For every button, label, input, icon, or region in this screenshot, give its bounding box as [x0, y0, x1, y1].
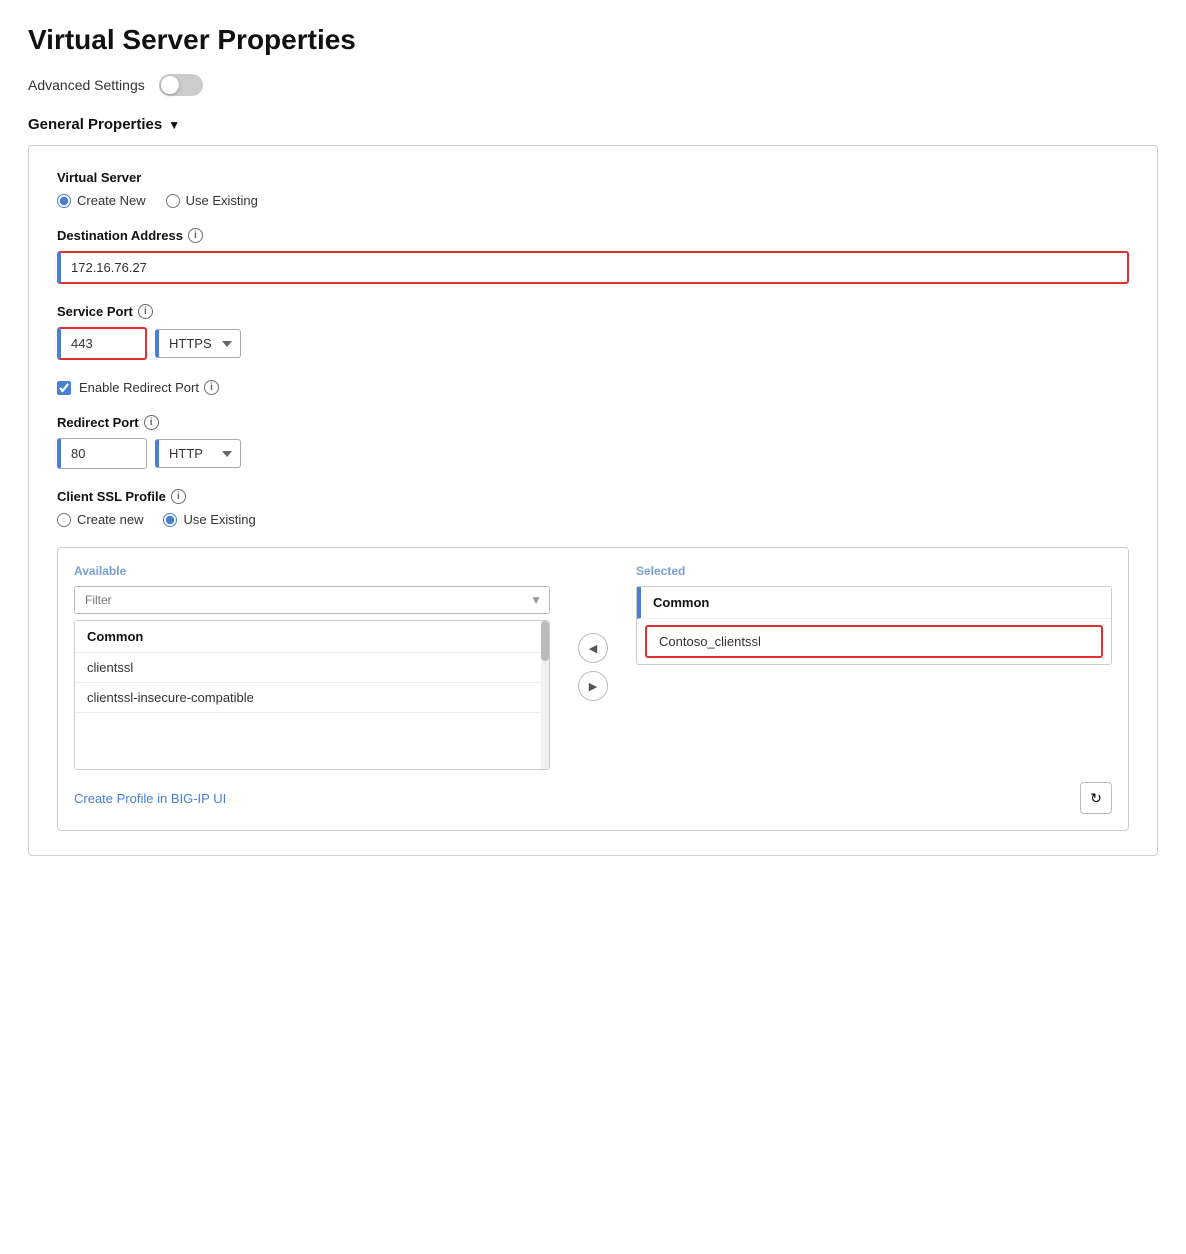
service-port-row: HTTPS HTTP FTP TCP	[57, 327, 1129, 360]
create-profile-row: Create Profile in BIG-IP UI ↻	[74, 782, 1112, 814]
general-properties-title: General Properties	[28, 116, 162, 133]
general-properties-card: Virtual Server Create New Use Existing D…	[28, 145, 1158, 856]
client-ssl-profile-group: Client SSL Profile i Create new Use Exis…	[57, 489, 1129, 527]
ssl-use-existing-label: Use Existing	[183, 512, 255, 527]
general-properties-header[interactable]: General Properties ▼	[28, 116, 1158, 133]
virtual-server-radio-group: Create New Use Existing	[57, 193, 1129, 208]
redirect-port-group: Redirect Port i HTTP HTTPS FTP TCP	[57, 415, 1129, 469]
advanced-settings-toggle[interactable]	[159, 74, 203, 96]
ssl-selected-item[interactable]: Contoso_clientssl	[645, 625, 1103, 658]
create-new-radio-option[interactable]: Create New	[57, 193, 146, 208]
ssl-filter-input[interactable]	[74, 586, 550, 614]
redirect-port-protocol-select[interactable]: HTTP HTTPS FTP TCP	[155, 439, 241, 468]
virtual-server-label: Virtual Server	[57, 170, 1129, 185]
ssl-use-existing-radio[interactable]	[163, 513, 177, 527]
create-new-radio[interactable]	[57, 194, 71, 208]
filter-icon: ▼	[530, 593, 542, 607]
service-port-group: Service Port i HTTPS HTTP FTP TCP	[57, 304, 1129, 360]
ssl-selected-container: Common Contoso_clientssl	[636, 586, 1112, 665]
redirect-port-label-info-icon[interactable]: i	[144, 415, 159, 430]
service-port-info-icon[interactable]: i	[138, 304, 153, 319]
refresh-button[interactable]: ↻	[1080, 782, 1112, 814]
scrollbar-thumb	[541, 621, 549, 661]
redirect-port-label: Redirect Port i	[57, 415, 1129, 430]
ssl-available-col: Available ▼ Common clientssl clientssl-i…	[74, 564, 550, 770]
general-properties-arrow: ▼	[168, 118, 180, 132]
destination-address-input[interactable]	[57, 251, 1129, 284]
destination-address-label: Destination Address i	[57, 228, 1129, 243]
refresh-icon: ↻	[1090, 790, 1102, 807]
ssl-available-list[interactable]: Common clientssl clientssl-insecure-comp…	[74, 620, 550, 770]
ssl-columns: Available ▼ Common clientssl clientssl-i…	[74, 564, 1112, 770]
use-existing-radio[interactable]	[166, 194, 180, 208]
enable-redirect-port-checkbox[interactable]	[57, 381, 71, 395]
create-new-label: Create New	[77, 193, 146, 208]
redirect-port-info-icon[interactable]: i	[204, 380, 219, 395]
ssl-available-group-header: Common	[75, 621, 549, 653]
filter-row: ▼	[74, 586, 550, 614]
redirect-port-row: HTTP HTTPS FTP TCP	[57, 438, 1129, 469]
use-existing-label: Use Existing	[186, 193, 258, 208]
destination-address-input-wrapper	[57, 251, 1129, 284]
destination-address-info-icon[interactable]: i	[188, 228, 203, 243]
arrow-buttons: ◀ ▶	[566, 564, 620, 770]
advanced-settings-row: Advanced Settings	[28, 74, 1158, 96]
ssl-available-item-clientssl[interactable]: clientssl	[75, 653, 549, 683]
redirect-port-input[interactable]	[57, 438, 147, 469]
create-profile-link[interactable]: Create Profile in BIG-IP UI	[74, 791, 226, 806]
client-ssl-radio-group: Create new Use Existing	[57, 512, 1129, 527]
move-right-button[interactable]: ▶	[578, 671, 608, 701]
service-port-protocol-select[interactable]: HTTPS HTTP FTP TCP	[155, 329, 241, 358]
ssl-available-label: Available	[74, 564, 550, 578]
use-existing-radio-option[interactable]: Use Existing	[166, 193, 258, 208]
service-port-label: Service Port i	[57, 304, 1129, 319]
advanced-settings-label: Advanced Settings	[28, 77, 145, 93]
page-title: Virtual Server Properties	[28, 24, 1158, 56]
ssl-create-new-radio-option[interactable]: Create new	[57, 512, 143, 527]
virtual-server-group: Virtual Server Create New Use Existing	[57, 170, 1129, 208]
destination-address-group: Destination Address i	[57, 228, 1129, 284]
enable-redirect-port-label: Enable Redirect Port i	[79, 380, 219, 395]
service-port-input[interactable]	[57, 327, 147, 360]
client-ssl-profile-label: Client SSL Profile i	[57, 489, 1129, 504]
enable-redirect-port-row: Enable Redirect Port i	[57, 380, 1129, 395]
ssl-selected-col: Selected Common Contoso_clientssl	[636, 564, 1112, 770]
ssl-available-item-clientssl-insecure[interactable]: clientssl-insecure-compatible	[75, 683, 549, 713]
ssl-create-new-label: Create new	[77, 512, 143, 527]
move-left-button[interactable]: ◀	[578, 633, 608, 663]
ssl-selected-label: Selected	[636, 564, 1112, 578]
scrollbar-indicator	[541, 621, 549, 769]
ssl-use-existing-radio-option[interactable]: Use Existing	[163, 512, 255, 527]
client-ssl-profile-info-icon[interactable]: i	[171, 489, 186, 504]
ssl-selector: Available ▼ Common clientssl clientssl-i…	[57, 547, 1129, 831]
ssl-create-new-radio[interactable]	[57, 513, 71, 527]
ssl-selected-group-header: Common	[637, 587, 1111, 619]
